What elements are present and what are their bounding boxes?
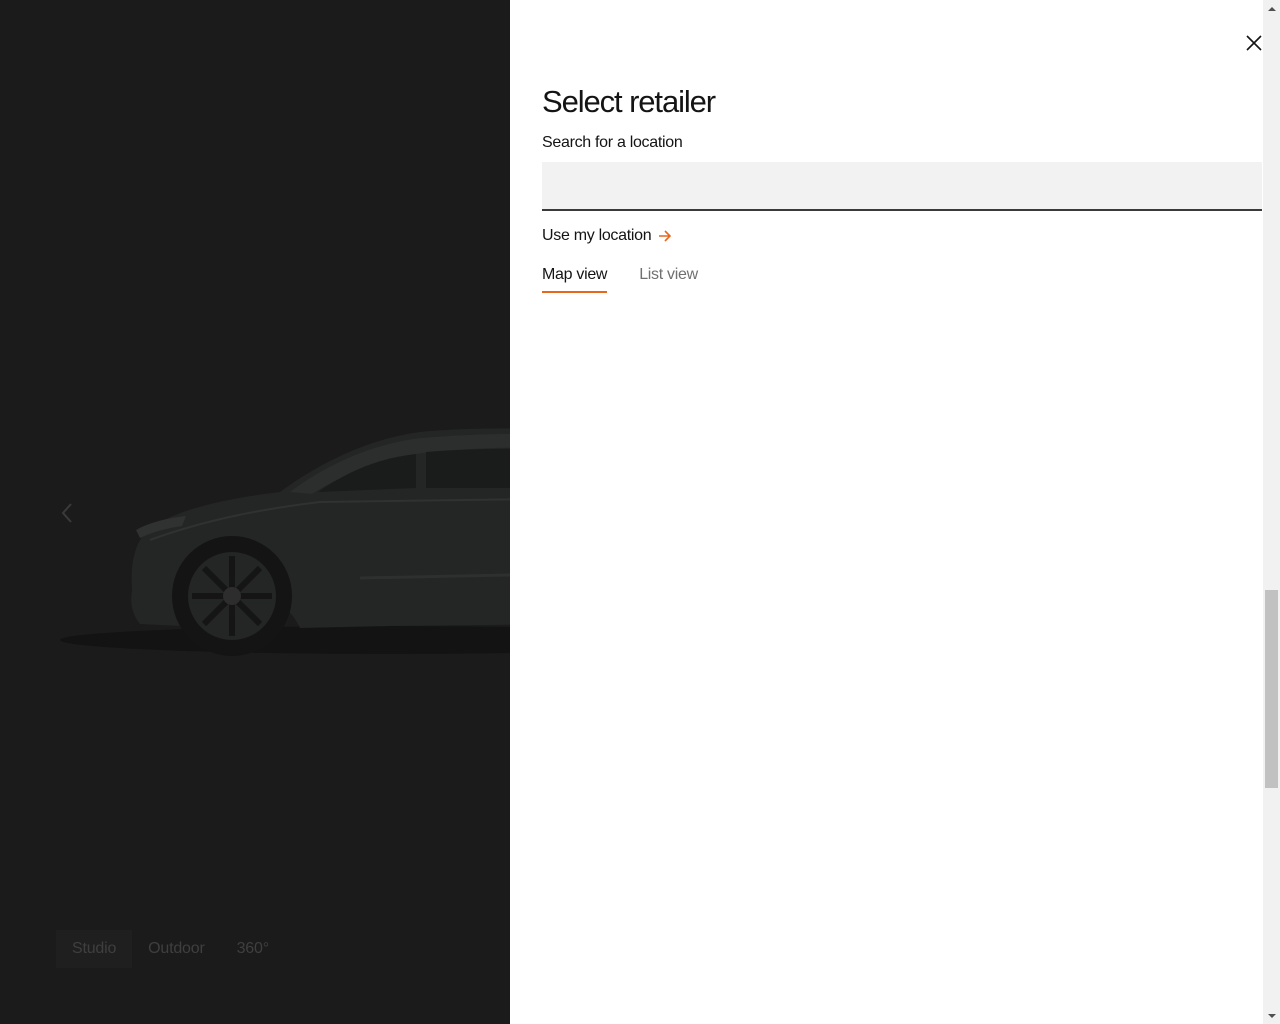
retailer-view-tabs: Map view List view [542, 262, 698, 293]
close-button[interactable] [1246, 30, 1262, 56]
panel-content: Select retailer Search for a location Us… [510, 0, 1262, 1024]
triangle-up-icon [1267, 6, 1276, 11]
app-viewport: Studio Outdoor 360° Select retailer Sear… [0, 0, 1280, 1024]
image-view-tabs: Studio Outdoor 360° [56, 930, 285, 968]
panel-title: Select retailer [542, 84, 716, 119]
chevron-left-icon [61, 503, 72, 523]
scrollbar-thumb[interactable] [1265, 590, 1278, 788]
select-retailer-panel: Select retailer Search for a location Us… [510, 0, 1280, 1024]
scroll-down-arrow[interactable] [1263, 1007, 1280, 1024]
location-search-input[interactable] [542, 162, 1262, 211]
arrow-right-icon [657, 228, 673, 244]
tab-outdoor[interactable]: Outdoor [132, 930, 220, 968]
scroll-up-arrow[interactable] [1263, 0, 1280, 17]
close-icon [1246, 35, 1262, 51]
tab-list-view[interactable]: List view [639, 262, 698, 293]
vertical-scrollbar[interactable] [1263, 0, 1280, 1024]
triangle-down-icon [1267, 1013, 1276, 1018]
tab-360[interactable]: 360° [221, 930, 285, 968]
car-image [60, 428, 510, 656]
tab-map-view[interactable]: Map view [542, 262, 607, 293]
search-label: Search for a location [542, 134, 683, 151]
use-my-location-button[interactable]: Use my location [542, 224, 673, 248]
previous-image-button[interactable] [50, 496, 84, 530]
use-my-location-label: Use my location [542, 227, 652, 244]
tab-studio[interactable]: Studio [56, 930, 133, 968]
